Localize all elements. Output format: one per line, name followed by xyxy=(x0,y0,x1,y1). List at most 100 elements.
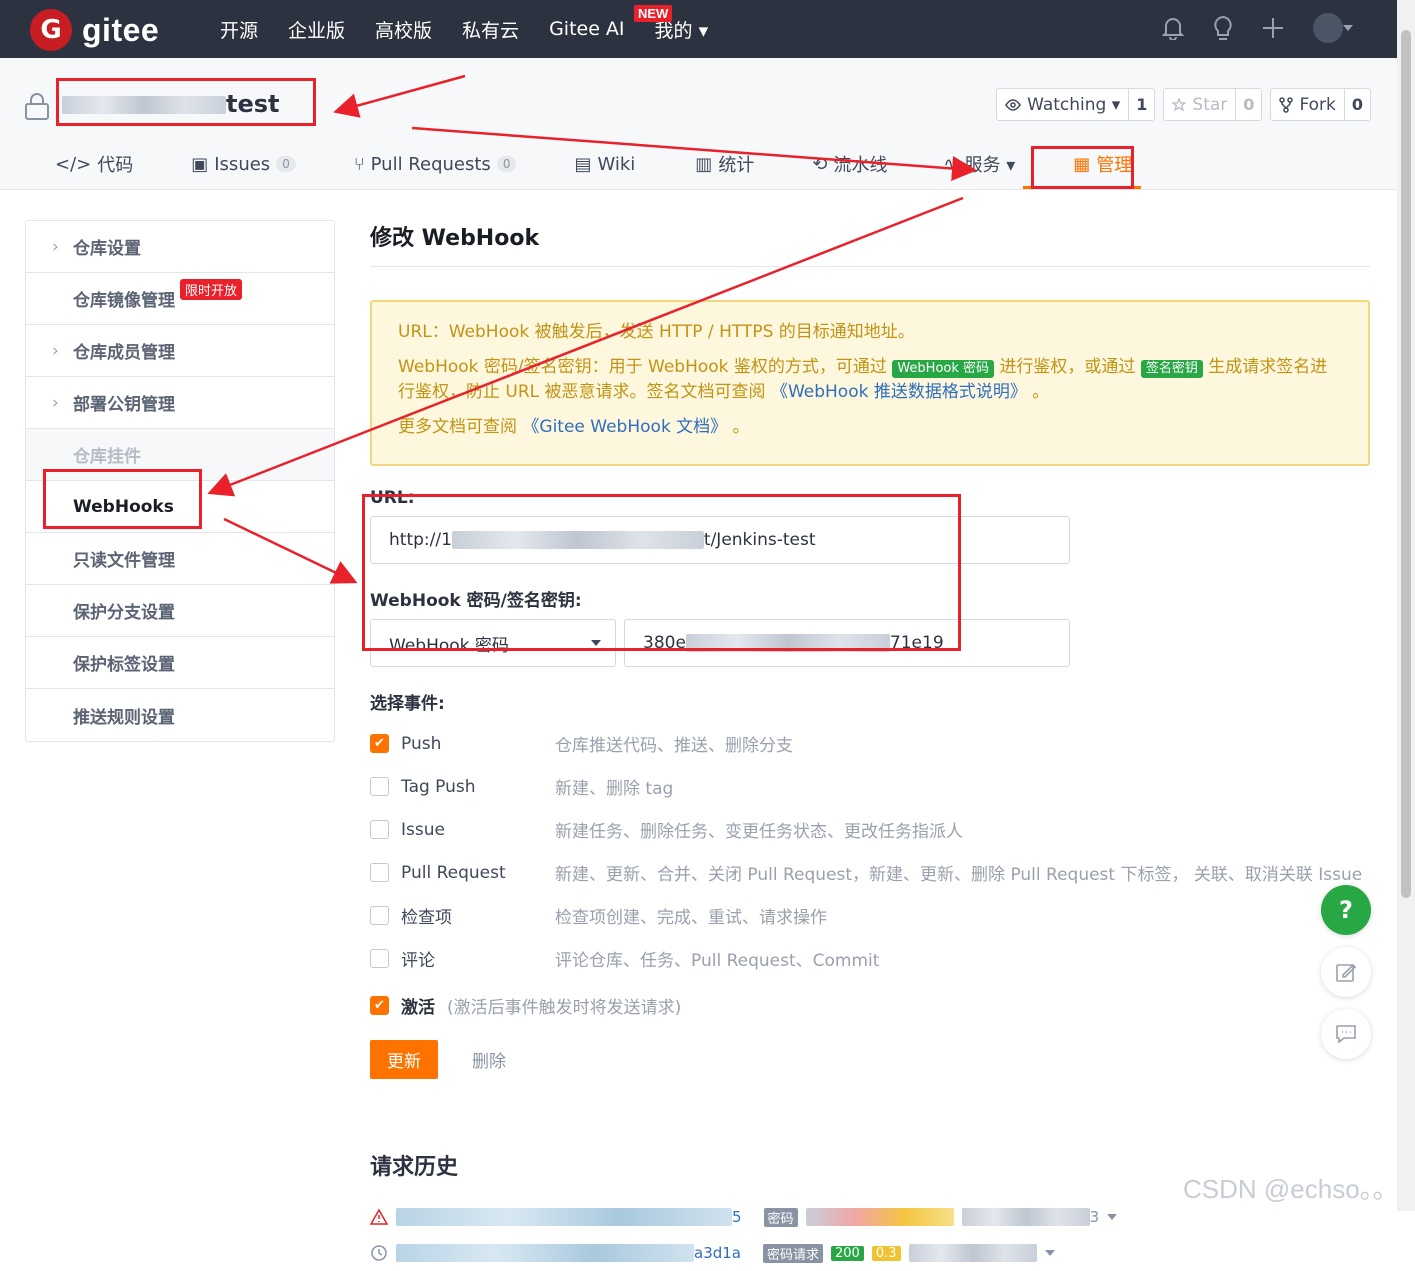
event-pull-request: Pull Request 新建、更新、合并、关闭 Pull Request，新建… xyxy=(370,851,1370,894)
tab-label: 代码 xyxy=(97,155,134,176)
watch-text: Watching ▾ xyxy=(1027,94,1121,115)
history-time: 0.3 xyxy=(871,1245,901,1261)
history-tag: 密码 xyxy=(763,1207,798,1227)
update-button[interactable]: 更新 xyxy=(370,1040,438,1079)
comment-checkbox[interactable] xyxy=(370,949,389,968)
watch-button[interactable]: Watching ▾ 1 xyxy=(996,88,1156,121)
star-button[interactable]: Star 0 xyxy=(1163,88,1263,121)
nav-education[interactable]: 高校版 xyxy=(375,16,432,43)
sidebar-item-label: 部署公钥管理 xyxy=(73,395,175,415)
history-row[interactable]: a3d1a 密码请求 200 0.3 xyxy=(370,1235,1370,1271)
logo-text: gitee xyxy=(82,11,160,48)
notice-line: 更多文档可查阅 《Gitee WebHook 文档》 。 xyxy=(398,415,1342,440)
event-desc: 新建、删除 tag xyxy=(555,779,674,799)
event-tag-push: Tag Push 新建、删除 tag xyxy=(370,765,1370,808)
fork-button[interactable]: Fork 0 xyxy=(1270,88,1371,121)
star-count: 0 xyxy=(1235,89,1261,120)
tab-label: 统计 xyxy=(718,155,755,176)
plus-icon[interactable] xyxy=(1259,14,1287,42)
chat-button[interactable] xyxy=(1321,1009,1371,1059)
pull-request-checkbox[interactable] xyxy=(370,863,389,882)
event-name: Tag Push xyxy=(401,776,476,797)
issues-icon: ▣ xyxy=(191,153,209,175)
service-icon: ∿ xyxy=(943,153,959,175)
chat-icon xyxy=(1336,1025,1356,1044)
chevron-down-icon xyxy=(1343,25,1353,31)
user-avatar-menu[interactable] xyxy=(1309,13,1357,43)
tab-pull-requests[interactable]: ⑂ Pull Requests 0 xyxy=(354,150,517,178)
nav-private-cloud[interactable]: 私有云 xyxy=(462,16,519,43)
watch-label: Watching ▾ xyxy=(997,89,1128,120)
sidebar-item-protected-tags[interactable]: 保护标签设置 xyxy=(26,637,334,689)
scrollbar-thumb[interactable] xyxy=(1401,30,1411,898)
tab-code[interactable]: </> 代码 xyxy=(55,150,133,178)
issues-count: 0 xyxy=(276,156,296,172)
annotation-box-repo-name xyxy=(56,78,316,126)
events-label: 选择事件: xyxy=(370,694,445,714)
push-checkbox[interactable]: ✔ xyxy=(370,734,389,753)
tab-label: 服务 ▾ xyxy=(964,155,1016,176)
sidebar-item-repo-settings[interactable]: 仓库设置 xyxy=(26,221,334,273)
check-checkbox[interactable] xyxy=(370,906,389,925)
sidebar-item-protected-branches[interactable]: 保护分支设置 xyxy=(26,585,334,637)
history-status: 200 xyxy=(831,1245,864,1261)
tab-label: Wiki xyxy=(597,153,636,175)
warning-icon xyxy=(370,1209,388,1225)
lightbulb-icon[interactable] xyxy=(1209,14,1237,42)
repo-tabs: </> 代码 ▣ Issues 0 ⑂ Pull Requests 0 ▤ Wiki ▥ 统计… xyxy=(55,150,1190,178)
sidebar-item-label: 仓库设置 xyxy=(73,239,141,259)
sidebar-item-deploy-keys[interactable]: 部署公钥管理 xyxy=(26,377,334,429)
issue-checkbox[interactable] xyxy=(370,820,389,839)
star-text: Star xyxy=(1192,94,1228,115)
star-icon xyxy=(1172,97,1187,112)
vertical-scrollbar[interactable] xyxy=(1397,0,1415,1211)
event-name: Issue xyxy=(401,819,445,840)
tag-push-checkbox[interactable] xyxy=(370,777,389,796)
sidebar-item-members[interactable]: 仓库成员管理 xyxy=(26,325,334,377)
tab-services[interactable]: ∿ 服务 ▾ xyxy=(943,150,1015,178)
top-navbar: G gitee 开源 企业版 高校版 私有云 Gitee AI 我的 ▾ NEW xyxy=(0,0,1397,58)
bell-icon[interactable] xyxy=(1159,14,1187,42)
tab-issues[interactable]: ▣ Issues 0 xyxy=(191,150,296,178)
notice-line: URL：WebHook 被触发后，发送 HTTP / HTTPS 的目标通知地址… xyxy=(398,322,915,342)
event-name: 检查项 xyxy=(401,908,452,928)
expand-icon[interactable] xyxy=(1044,1250,1055,1256)
sidebar-item-push-rules[interactable]: 推送规则设置 xyxy=(26,689,334,741)
nav-icons xyxy=(1159,13,1357,43)
notice-text: 。 xyxy=(1032,382,1050,402)
help-button[interactable]: ? xyxy=(1321,885,1371,935)
nav-gitee-ai[interactable]: Gitee AI xyxy=(549,18,624,40)
webhook-doc-link[interactable]: 《Gitee WebHook 文档》 xyxy=(522,417,727,437)
bar-chart-icon: ▥ xyxy=(695,153,713,175)
logo-badge: G xyxy=(30,9,72,51)
expand-icon[interactable] xyxy=(1107,1214,1118,1220)
pr-count: 0 xyxy=(496,156,517,172)
activate-checkbox[interactable]: ✔ xyxy=(370,995,389,1015)
sidebar-item-readonly-files[interactable]: 只读文件管理 xyxy=(26,533,334,585)
redacted-text xyxy=(396,1244,694,1262)
tab-pipeline[interactable]: ⟲ 流水线 xyxy=(812,150,887,178)
event-name: Push xyxy=(401,733,442,754)
event-name: Pull Request xyxy=(401,862,506,883)
feedback-button[interactable] xyxy=(1321,947,1371,997)
eye-icon xyxy=(1005,98,1021,111)
tab-label: Pull Requests xyxy=(370,153,491,175)
redacted-text xyxy=(908,1244,1037,1262)
push-format-doc-link[interactable]: 《WebHook 推送数据格式说明》 xyxy=(771,382,1027,402)
delete-button[interactable]: 删除 xyxy=(472,1047,506,1072)
event-push: ✔ Push 仓库推送代码、推送、删除分支 xyxy=(370,722,1370,765)
sidebar-item-label: 只读文件管理 xyxy=(73,551,175,571)
gitee-logo[interactable]: G gitee xyxy=(30,9,159,51)
event-issue: Issue 新建任务、删除任务、变更任务状态、更改任务指派人 xyxy=(370,808,1370,851)
history-list: 5 密码 3 a3d1a 密码请求 200 0.3 xyxy=(370,1199,1370,1271)
nav-enterprise[interactable]: 企业版 xyxy=(288,16,345,43)
event-comment: 评论 评论仓库、任务、Pull Request、Commit xyxy=(370,937,1370,980)
sign-key-badge: 签名密钥 xyxy=(1140,360,1203,378)
activate-hint: (激活后事件触发时将发送请求) xyxy=(447,997,682,1018)
fork-text: Fork xyxy=(1299,94,1336,115)
repo-actions: Watching ▾ 1 Star 0 Fork 0 xyxy=(996,88,1371,121)
sidebar-item-mirror[interactable]: 仓库镜像管理 限时开放 xyxy=(26,273,334,325)
tab-wiki[interactable]: ▤ Wiki xyxy=(574,150,635,178)
nav-open-source[interactable]: 开源 xyxy=(220,16,258,43)
tab-stats[interactable]: ▥ 统计 xyxy=(695,150,754,178)
